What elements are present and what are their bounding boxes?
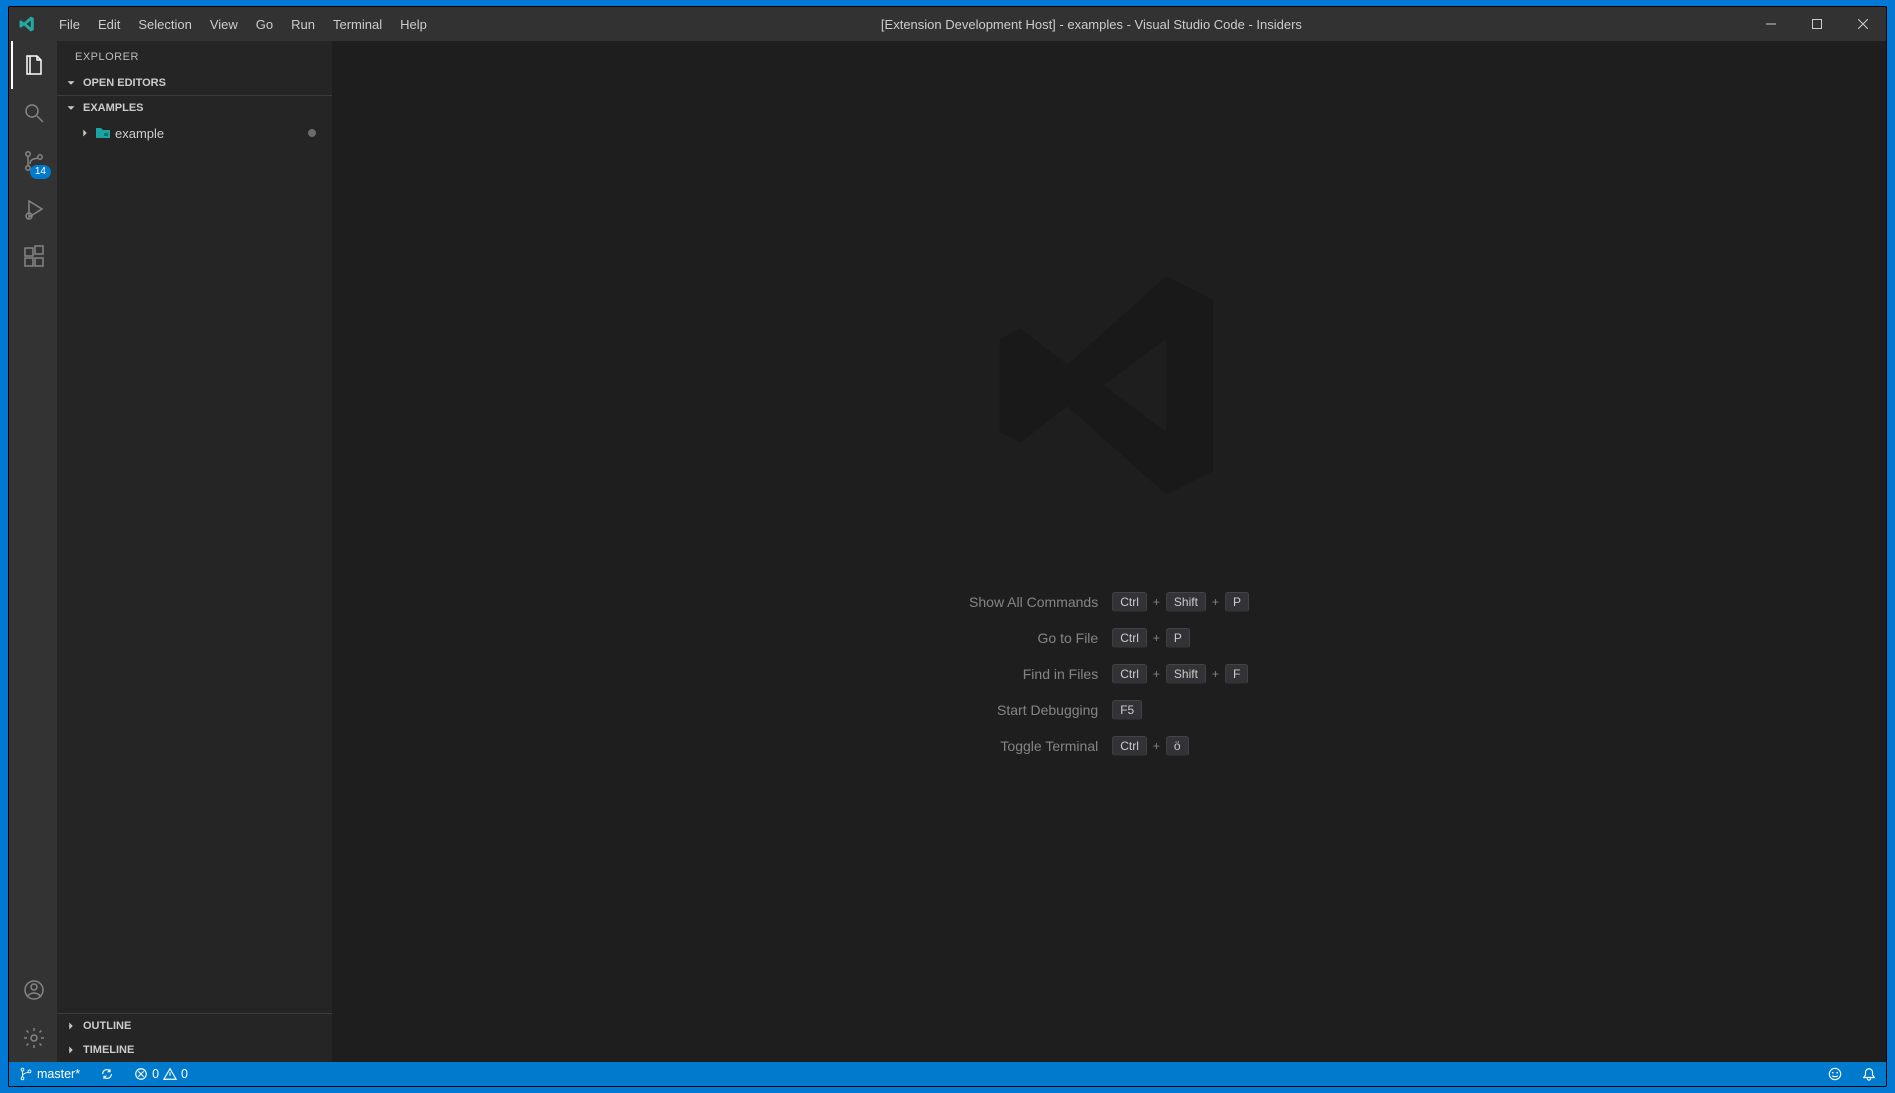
status-git-branch[interactable]: master* (15, 1062, 84, 1086)
keycap: F (1225, 664, 1248, 684)
section-open-editors[interactable]: OPEN EDITORS (57, 71, 332, 95)
plus-separator: + (1153, 739, 1160, 753)
status-feedback[interactable] (1824, 1062, 1846, 1086)
outline-label: OUTLINE (83, 1020, 131, 1032)
open-editors-label: OPEN EDITORS (83, 77, 166, 89)
keycap: P (1166, 628, 1190, 648)
plus-separator: + (1153, 667, 1160, 681)
keycap: Ctrl (1112, 592, 1147, 612)
workspace-label: EXAMPLES (83, 102, 144, 114)
workbench-body: 14 EXPLORER (9, 41, 1886, 1062)
sidebar-title: EXPLORER (57, 41, 332, 71)
shortcut-keys: Ctrl + ö (1112, 736, 1249, 756)
tree-folder-example[interactable]: example (57, 122, 332, 144)
error-count: 0 (152, 1067, 159, 1081)
maximize-button[interactable] (1794, 7, 1840, 41)
plus-separator: + (1212, 667, 1219, 681)
menu-run[interactable]: Run (283, 11, 323, 38)
vscode-insiders-logo-icon (9, 15, 45, 33)
shortcut-label: Toggle Terminal (969, 738, 1098, 754)
keycap: P (1225, 592, 1249, 612)
shortcut-label: Find in Files (969, 666, 1098, 682)
menu-bar: File Edit Selection View Go Run Terminal… (51, 11, 435, 38)
menu-help[interactable]: Help (392, 11, 435, 38)
plus-separator: + (1153, 631, 1160, 645)
chevron-right-icon (77, 125, 93, 141)
modified-dot-icon (308, 129, 316, 137)
keycap: Shift (1166, 664, 1206, 684)
welcome-shortcuts: Show All Commands Ctrl + Shift + P Go to File C… (969, 592, 1249, 756)
keycap: ö (1166, 736, 1189, 756)
keycap: Ctrl (1112, 736, 1147, 756)
shortcut-keys: F5 (1112, 700, 1249, 720)
status-problems[interactable]: 0 0 (130, 1062, 192, 1086)
status-sync[interactable] (96, 1062, 118, 1086)
plus-separator: + (1153, 595, 1160, 609)
warning-count: 0 (181, 1067, 188, 1081)
activity-extensions[interactable] (11, 233, 57, 281)
status-notifications[interactable] (1858, 1062, 1880, 1086)
activity-explorer[interactable] (11, 41, 57, 89)
branch-name: master* (37, 1067, 80, 1081)
menu-go[interactable]: Go (248, 11, 281, 38)
chevron-right-icon (63, 1042, 79, 1058)
chevron-right-icon (63, 1018, 79, 1034)
title-bar[interactable]: File Edit Selection View Go Run Terminal… (9, 7, 1886, 41)
activity-run-debug[interactable] (11, 185, 57, 233)
close-button[interactable] (1840, 7, 1886, 41)
window-title: [Extension Development Host] - examples … (435, 17, 1748, 32)
shortcut-keys: Ctrl + Shift + P (1112, 592, 1249, 612)
shortcut-label: Go to File (969, 630, 1098, 646)
chevron-down-icon (63, 75, 79, 91)
status-bar: master* 0 0 (9, 1062, 1886, 1086)
shortcut-label: Show All Commands (969, 594, 1098, 610)
menu-selection[interactable]: Selection (130, 11, 199, 38)
timeline-label: TIMELINE (83, 1044, 134, 1056)
keycap: F5 (1112, 700, 1142, 720)
activity-search[interactable] (11, 89, 57, 137)
scm-badge: 14 (30, 165, 51, 179)
menu-edit[interactable]: Edit (90, 11, 128, 38)
folder-icon (95, 125, 111, 141)
explorer-sidebar: EXPLORER OPEN EDITORS EXAMPLES (57, 41, 332, 1062)
section-workspace[interactable]: EXAMPLES (57, 95, 332, 120)
keycap: Ctrl (1112, 628, 1147, 648)
chevron-down-icon (63, 100, 79, 116)
menu-file[interactable]: File (51, 11, 88, 38)
keycap: Shift (1166, 592, 1206, 612)
plus-separator: + (1212, 595, 1219, 609)
window-controls (1748, 7, 1886, 41)
activity-settings[interactable] (11, 1014, 57, 1062)
activity-accounts[interactable] (11, 966, 57, 1014)
editor-area: Show All Commands Ctrl + Shift + P Go to File C… (332, 41, 1886, 1062)
shortcut-label: Start Debugging (969, 702, 1098, 718)
activity-source-control[interactable]: 14 (11, 137, 57, 185)
menu-view[interactable]: View (202, 11, 246, 38)
shortcut-keys: Ctrl + Shift + F (1112, 664, 1249, 684)
activity-bar: 14 (9, 41, 57, 1062)
vscode-window: File Edit Selection View Go Run Terminal… (8, 6, 1887, 1087)
minimize-button[interactable] (1748, 7, 1794, 41)
section-outline[interactable]: OUTLINE (57, 1013, 332, 1038)
vscode-watermark-icon (979, 256, 1239, 521)
folder-label: example (115, 126, 308, 141)
shortcut-keys: Ctrl + P (1112, 628, 1249, 648)
section-timeline[interactable]: TIMELINE (57, 1038, 332, 1062)
file-tree[interactable]: example (57, 120, 332, 1013)
menu-terminal[interactable]: Terminal (325, 11, 390, 38)
keycap: Ctrl (1112, 664, 1147, 684)
